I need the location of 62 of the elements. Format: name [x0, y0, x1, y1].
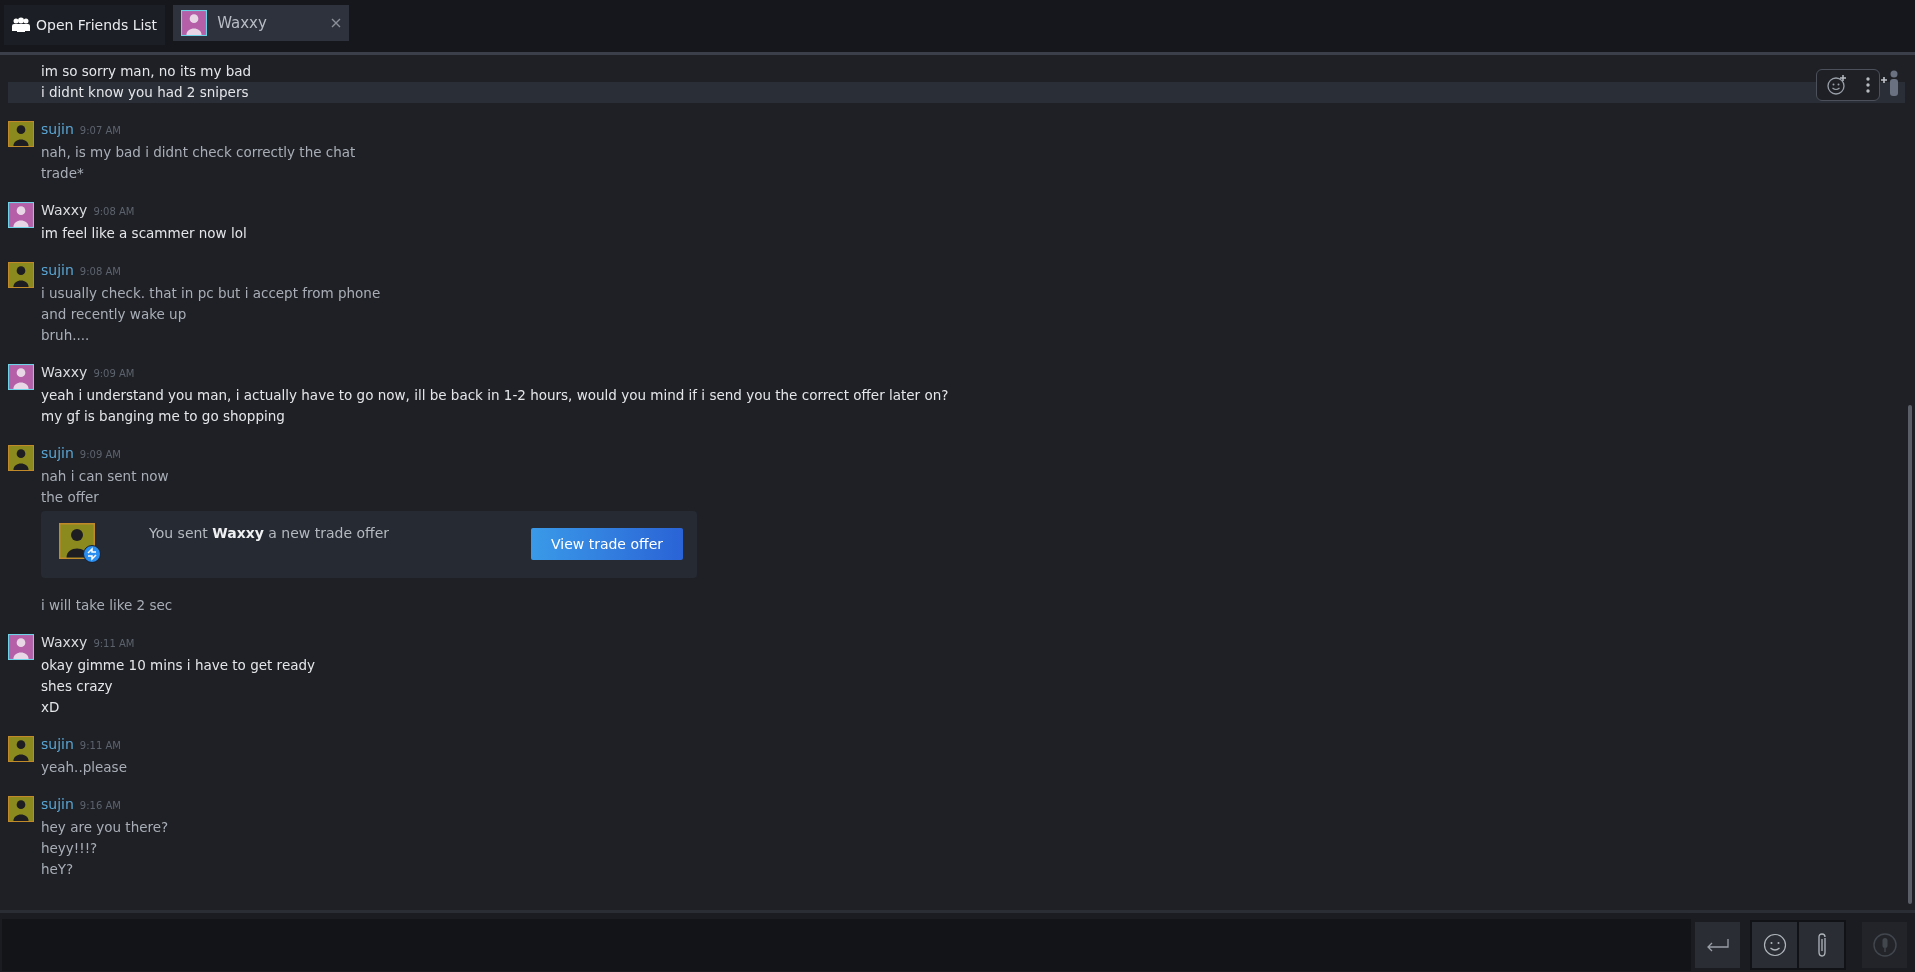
message-time: 9:08 AM: [79, 266, 121, 277]
message-text: the offer: [41, 489, 99, 505]
message-time: 9:11 AM: [93, 638, 135, 649]
add-reaction-icon[interactable]: [1826, 74, 1848, 96]
trade-offer-text: You sent Waxxy a new trade offer: [149, 524, 391, 541]
emoji-button[interactable]: [1752, 922, 1797, 968]
message-text: my gf is banging me to go shopping: [41, 408, 285, 424]
message-text: shes crazy: [41, 678, 113, 694]
smiley-icon: [1762, 933, 1787, 957]
sender-name[interactable]: Waxxy: [41, 634, 88, 650]
message-text: hey are you there?: [41, 819, 169, 835]
message-time: 9:07 AM: [79, 125, 121, 136]
message-text: i will take like 2 sec: [41, 597, 173, 613]
trade-icon: [83, 545, 101, 563]
add-person-icon[interactable]: [1879, 69, 1901, 97]
more-options-icon[interactable]: [1866, 77, 1870, 93]
sender-name[interactable]: sujin: [41, 121, 74, 137]
sender-name[interactable]: Waxxy: [41, 364, 88, 380]
message-text: bruh....: [41, 327, 90, 343]
view-trade-offer-button[interactable]: View trade offer: [531, 528, 683, 560]
chat-tab[interactable]: Waxxy: [173, 5, 350, 41]
message-text: nah i can sent now: [41, 468, 169, 484]
open-friends-list-button[interactable]: Open Friends List: [4, 5, 166, 45]
sender-name[interactable]: Waxxy: [41, 202, 88, 218]
message-time: 9:09 AM: [79, 449, 121, 460]
avatar-icon: [181, 10, 208, 36]
avatar-icon: [8, 445, 34, 471]
message-text: i usually check. that in pc but i accept from phone: [41, 285, 381, 301]
avatar-icon: [8, 796, 34, 822]
close-icon[interactable]: [331, 18, 342, 28]
friends-icon: [12, 17, 30, 33]
send-button[interactable]: [1695, 922, 1740, 968]
message-text: i didnt know you had 2 snipers: [41, 84, 249, 100]
avatar-icon: [8, 262, 34, 288]
message-text: nah, is my bad i didnt check correctly the chat: [41, 144, 356, 160]
avatar-icon: [8, 364, 34, 390]
sender-name[interactable]: sujin: [41, 736, 74, 752]
message-text: trade*: [41, 165, 84, 181]
avatar-icon: [8, 736, 34, 762]
scrollbar-thumb[interactable]: [1908, 405, 1912, 904]
message-time: 9:08 AM: [93, 206, 135, 217]
message-text: im so sorry man, no its my bad: [41, 63, 252, 79]
message-text: im feel like a scammer now lol: [41, 225, 247, 241]
enter-icon: [1705, 938, 1730, 952]
avatar-icon: [8, 121, 34, 147]
message-text: heY?: [41, 861, 74, 877]
message-text: heyy!!!?: [41, 840, 98, 856]
microphone-icon: [1871, 932, 1898, 958]
message-text: yeah..please: [41, 759, 127, 775]
message-text: yeah i understand you man, i actually have to go now, ill be back in 1-2 hours, would you mind if i send you the correct offer later on?: [41, 387, 949, 403]
message-time: 9:09 AM: [93, 368, 135, 379]
message-text: and recently wake up: [41, 306, 187, 322]
message-time: 9:16 AM: [79, 800, 121, 811]
sender-name[interactable]: sujin: [41, 796, 74, 812]
sender-name[interactable]: sujin: [41, 445, 74, 461]
avatar-icon: [8, 634, 34, 660]
attach-button[interactable]: [1799, 922, 1844, 968]
message-text: okay gimme 10 mins i have to get ready: [41, 657, 315, 673]
message-text: xD: [41, 699, 60, 715]
sender-name[interactable]: sujin: [41, 262, 74, 278]
avatar-icon: [8, 202, 34, 228]
message-time: 9:11 AM: [79, 740, 121, 751]
